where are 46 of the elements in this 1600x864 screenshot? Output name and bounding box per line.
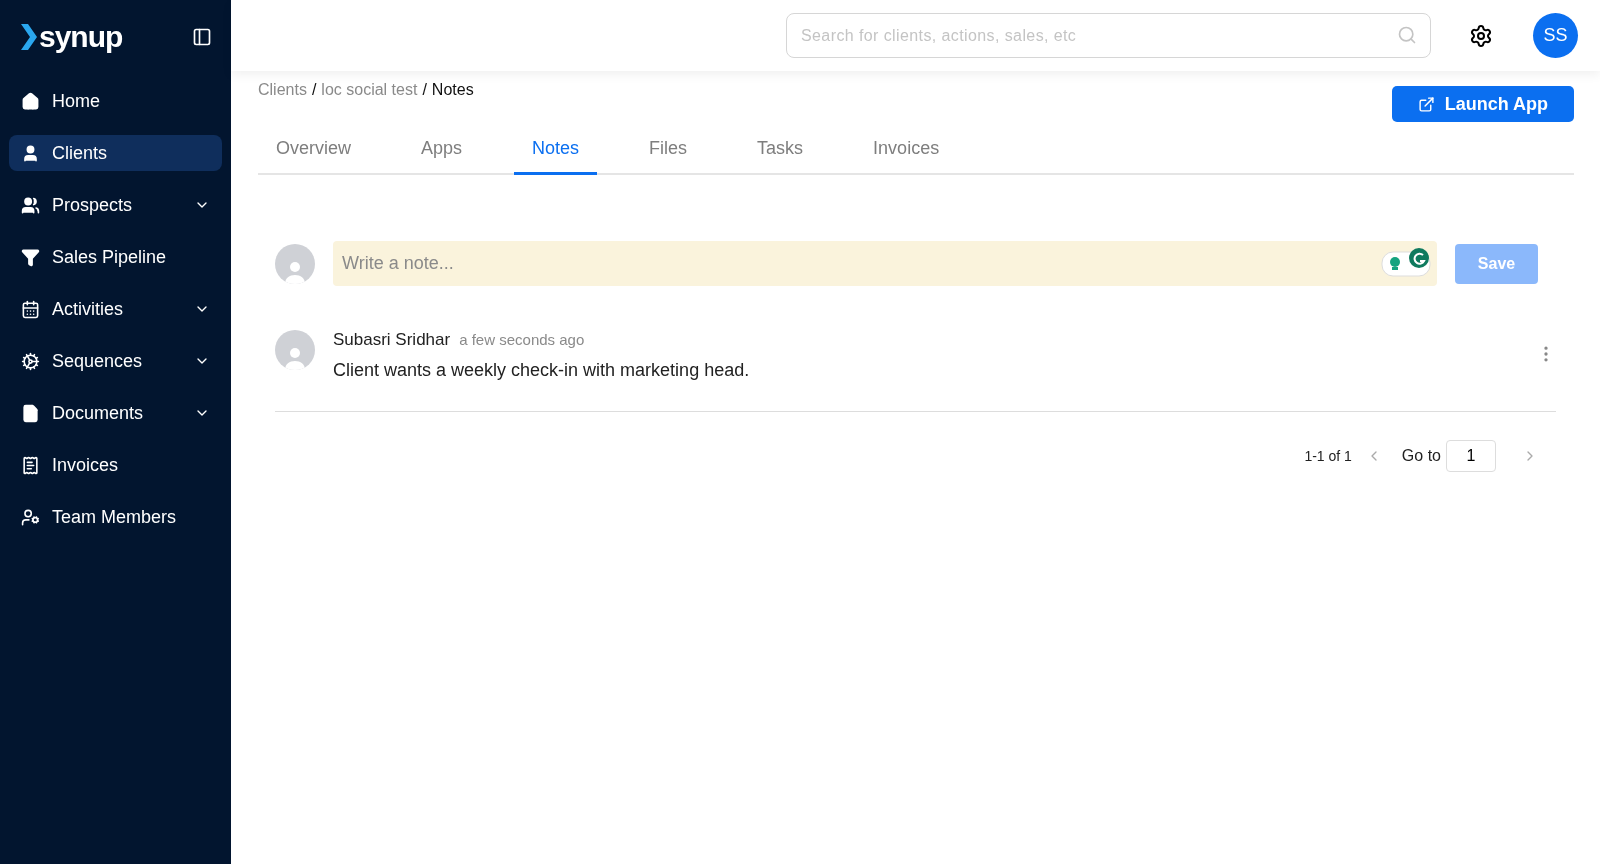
page-input[interactable]: 1 [1446, 440, 1496, 472]
collapse-sidebar-icon[interactable] [192, 27, 212, 47]
goto-label: Go to [1401, 447, 1441, 465]
document-icon [21, 403, 40, 423]
breadcrumb-current: Notes [431, 81, 474, 99]
sidebar-item[interactable]: Activities [9, 291, 222, 327]
breadcrumb-link[interactable]: Clients [258, 81, 307, 99]
person-silhouette-icon [285, 259, 305, 284]
external-link-icon [1417, 95, 1435, 113]
tab[interactable]: Invoices [855, 130, 958, 175]
tab[interactable]: Notes [514, 130, 598, 175]
launch-app-button[interactable]: Launch App [1391, 86, 1574, 122]
sidebar-item[interactable]: Team Members [9, 499, 222, 535]
gear-icon [21, 351, 40, 371]
home-icon [21, 91, 40, 111]
settings-icon[interactable] [1469, 23, 1493, 48]
sidebar-item[interactable]: Clients [9, 135, 222, 171]
tab[interactable]: Tasks [739, 130, 822, 175]
sidebar-item[interactable]: Home [9, 83, 222, 119]
breadcrumb-separator: / [311, 81, 317, 99]
logo: synup [21, 20, 123, 54]
tab[interactable]: Files [631, 130, 706, 175]
breadcrumb-separator: / [422, 81, 427, 99]
sidebar-item[interactable]: Sequences [9, 343, 222, 379]
tab[interactable]: Apps [403, 130, 481, 175]
receipt-icon [21, 455, 40, 475]
people-icon [21, 195, 40, 215]
sidebar-item[interactable]: Prospects [9, 187, 222, 223]
assistant-widget-icon[interactable] [1381, 247, 1431, 277]
search-field[interactable]: Search for clients, actions, sales, etc [786, 13, 1431, 58]
page-range: 1-1 of 1 [1304, 448, 1352, 464]
search-icon [1397, 25, 1417, 45]
person-icon [21, 143, 40, 163]
breadcrumb-link[interactable]: loc social test [321, 81, 418, 99]
tab[interactable]: Overview [258, 130, 369, 175]
sidebar-item[interactable]: Documents [9, 395, 222, 431]
user-avatar[interactable]: SS [1533, 13, 1578, 58]
sidebar-item[interactable]: Sales Pipeline [9, 239, 222, 275]
person-gear-icon [21, 507, 40, 527]
person-silhouette-icon [285, 346, 305, 370]
note-text: Client wants a weekly check-in with marketing head. [333, 360, 751, 381]
funnel-icon [21, 247, 40, 267]
sidebar-item[interactable]: Invoices [9, 447, 222, 483]
calendar-icon [21, 299, 40, 319]
note-author: Subasri Sridhar [333, 330, 451, 350]
note-time: a few seconds ago [459, 331, 585, 348]
